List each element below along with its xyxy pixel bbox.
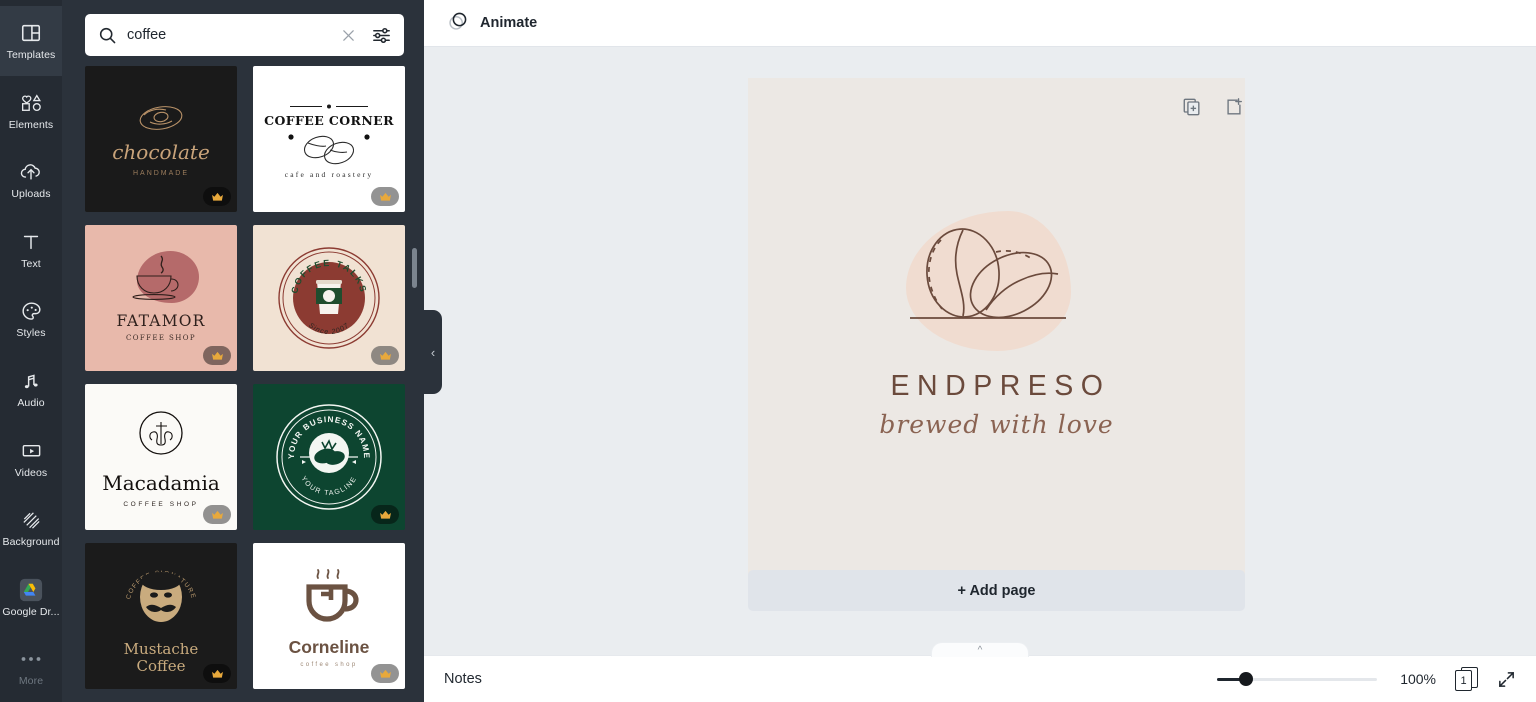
svg-text:YOUR TAGLINE: YOUR TAGLINE	[299, 475, 358, 497]
template-name: COFFEE CORNER	[264, 113, 394, 128]
animate-button[interactable]: Animate	[442, 5, 545, 42]
animate-circles-icon	[446, 9, 470, 38]
text-icon	[19, 230, 43, 254]
fullscreen-expand-icon[interactable]	[1497, 670, 1516, 689]
add-page-icon[interactable]	[1224, 97, 1244, 117]
canva-editor-app: Templates Elements Uploads Text Styles A…	[0, 0, 1536, 702]
template-tagline: COFFEE SHOP	[125, 334, 196, 342]
template-card[interactable]: Corneline coffee shop	[253, 543, 405, 689]
search-container	[62, 0, 424, 66]
sidebar-item-audio[interactable]: Audio	[0, 354, 62, 424]
google-drive-icon	[19, 578, 43, 602]
sidebar-label-elements: Elements	[8, 118, 54, 131]
templates-panel: chocolate HANDMADE COFFEE CORNER	[62, 0, 424, 702]
page-number: 1	[1455, 670, 1472, 691]
brand-name: ENDPRESO	[890, 370, 1111, 402]
sidebar-item-uploads[interactable]: Uploads	[0, 145, 62, 215]
search-bar[interactable]	[85, 14, 404, 56]
bottom-right-controls: 100% 1	[1217, 667, 1516, 691]
sidebar-item-elements[interactable]: Elements	[0, 76, 62, 146]
template-card[interactable]: COFFEE CORNER cafe and roastery	[253, 66, 405, 212]
sidebar-item-templates[interactable]: Templates	[0, 6, 62, 76]
sidebar-item-styles[interactable]: Styles	[0, 284, 62, 354]
pages-stack-icon[interactable]: 1	[1455, 667, 1478, 691]
sidebar-label-more: More	[18, 675, 44, 688]
template-card[interactable]: YOUR BUSINESS NAME YOUR TAGLINE	[253, 384, 405, 530]
template-name: Corneline	[288, 637, 370, 657]
template-name: chocolate	[112, 140, 210, 164]
sidebar-item-google-drive[interactable]: Google Dr...	[0, 563, 62, 633]
sidebar-label-google-drive: Google Dr...	[2, 605, 60, 618]
left-sidebar-rail: Templates Elements Uploads Text Styles A…	[0, 0, 62, 702]
audio-icon	[19, 369, 43, 393]
styles-icon	[19, 299, 43, 323]
zoom-slider[interactable]	[1217, 672, 1377, 686]
template-card[interactable]: Macadamia COFFEE SHOP	[85, 384, 237, 530]
sidebar-label-text: Text	[21, 257, 41, 270]
sidebar-label-audio: Audio	[17, 397, 45, 410]
more-dots-icon	[19, 647, 43, 671]
template-card[interactable]: chocolate HANDMADE	[85, 66, 237, 212]
template-tagline: HANDMADE	[132, 170, 190, 177]
zoom-knob[interactable]	[1239, 672, 1253, 686]
uploads-icon	[19, 160, 43, 184]
sidebar-label-styles: Styles	[16, 327, 46, 340]
template-card[interactable]: COFFEE SIGNATURE Mustache Coffee	[85, 543, 237, 689]
notes-expand-handle[interactable]: ^	[931, 642, 1029, 657]
pro-badge	[203, 505, 231, 524]
filter-sliders-icon[interactable]	[371, 25, 392, 46]
duplicate-page-icon[interactable]	[1182, 97, 1202, 117]
sidebar-label-templates: Templates	[6, 49, 56, 62]
editor-toolbar: Animate	[424, 0, 1536, 47]
bottom-status-bar: ^ Notes 100% 1	[424, 642, 1536, 702]
pro-badge	[203, 346, 231, 365]
template-tagline: YOUR TAGLINE	[299, 475, 357, 497]
add-page-label: + Add page	[957, 582, 1036, 599]
background-icon	[19, 508, 43, 532]
notes-button[interactable]: Notes	[444, 671, 482, 687]
sidebar-item-background[interactable]: Background	[0, 493, 62, 563]
chevron-up-icon: ^	[977, 645, 983, 656]
animate-label: Animate	[480, 15, 538, 31]
canvas-workspace[interactable]: ENDPRESO brewed with love + Add page	[424, 47, 1536, 655]
coffee-bean-icon	[910, 228, 1066, 319]
template-name: Macadamia	[102, 471, 220, 495]
template-results-grid[interactable]: chocolate HANDMADE COFFEE CORNER cafe an…	[62, 66, 424, 702]
template-name: Mustache Coffee	[123, 639, 199, 675]
template-name: FATAMOR	[116, 312, 206, 330]
close-icon[interactable]	[340, 27, 357, 44]
brand-tagline: brewed with love	[879, 410, 1114, 439]
search-input[interactable]	[127, 27, 330, 43]
pro-badge	[371, 505, 399, 524]
pro-badge	[203, 664, 231, 683]
page-tools	[1182, 97, 1244, 117]
template-tagline: COFFEE SHOP	[123, 501, 199, 508]
editor-main: Animate ENDPRESO brewed with love + Add …	[424, 0, 1536, 702]
template-tagline: cafe and roastery	[285, 170, 374, 179]
chevron-left-icon: ‹	[430, 344, 436, 360]
videos-icon	[19, 439, 43, 463]
pro-badge	[203, 187, 231, 206]
elements-icon	[19, 91, 43, 115]
zoom-percent-label: 100%	[1400, 671, 1436, 687]
pro-badge	[371, 664, 399, 683]
template-tagline: coffee shop	[300, 662, 358, 668]
panel-scrollbar[interactable]	[412, 248, 417, 288]
sidebar-item-text[interactable]: Text	[0, 215, 62, 285]
search-icon	[98, 26, 117, 45]
sidebar-label-uploads: Uploads	[11, 188, 51, 201]
pro-badge	[371, 346, 399, 365]
collapse-panel-button[interactable]: ‹	[424, 310, 442, 394]
logo-artwork: ENDPRESO brewed with love	[748, 78, 1245, 575]
pro-badge	[371, 187, 399, 206]
add-page-button[interactable]: + Add page	[748, 570, 1245, 611]
sidebar-item-more[interactable]: More	[0, 632, 62, 702]
template-card[interactable]: FATAMOR COFFEE SHOP	[85, 225, 237, 371]
sidebar-item-videos[interactable]: Videos	[0, 424, 62, 494]
template-card[interactable]: COFFEE TALKS Since 2007	[253, 225, 405, 371]
templates-icon	[19, 21, 43, 45]
sidebar-label-videos: Videos	[14, 466, 48, 479]
design-canvas[interactable]: ENDPRESO brewed with love	[748, 78, 1245, 575]
sidebar-label-background: Background	[2, 536, 60, 549]
